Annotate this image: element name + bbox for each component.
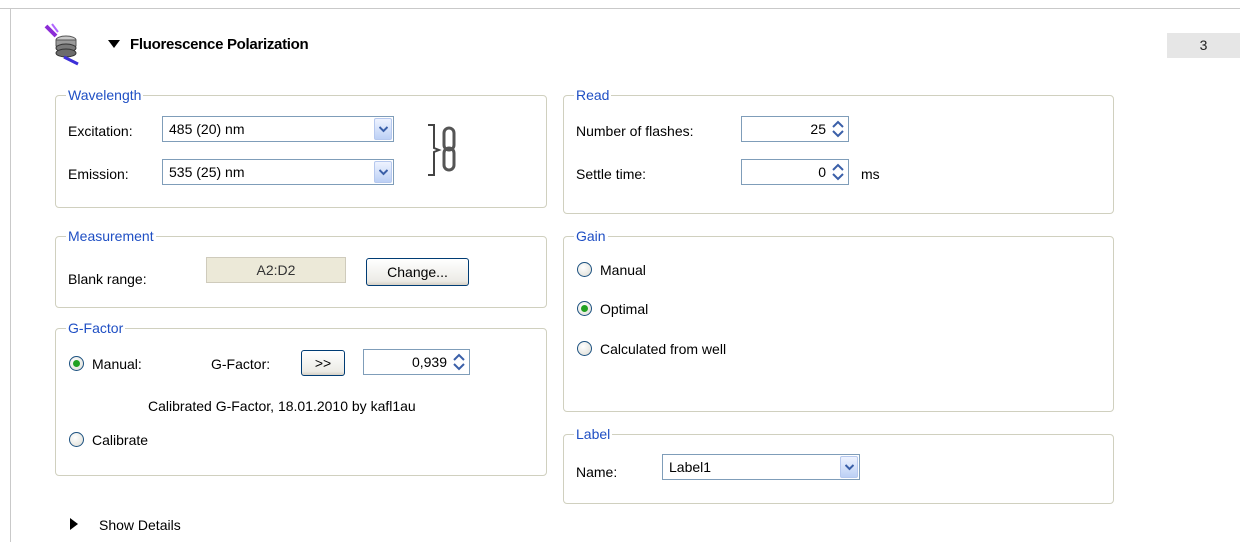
gain-legend: Gain	[574, 227, 608, 245]
emission-dropdown[interactable]: 535 (25) nm	[162, 159, 394, 185]
label-group: Label Name: Label1	[563, 425, 1114, 504]
panel-top-border	[0, 8, 1240, 9]
chevron-down-icon[interactable]	[840, 456, 858, 478]
label-name-dropdown[interactable]: Label1	[662, 454, 860, 480]
gfactor-calibration-info: Calibrated G-Factor, 18.01.2010 by kafl1…	[148, 398, 416, 414]
spinner-arrows-icon[interactable]	[830, 162, 846, 182]
gain-optimal-label[interactable]: Optimal	[600, 300, 648, 318]
calibrate-radio[interactable]	[69, 432, 84, 447]
settle-time-value: 0	[818, 164, 826, 180]
fluorescence-lamp-icon	[42, 22, 90, 66]
excitation-label: Excitation:	[68, 123, 133, 139]
flashes-value: 25	[810, 121, 826, 137]
manual-gfactor-radio[interactable]	[69, 356, 84, 371]
blank-range-label: Blank range:	[68, 271, 147, 287]
settle-time-unit: ms	[861, 166, 880, 182]
gain-manual-label[interactable]: Manual	[600, 261, 646, 279]
label-legend: Label	[574, 425, 613, 443]
gain-calculated-label[interactable]: Calculated from well	[600, 340, 726, 358]
gain-group: Gain Manual Optimal Calculated from well	[563, 227, 1114, 412]
gfactor-field-label: G-Factor:	[211, 356, 271, 372]
change-button[interactable]: Change...	[366, 258, 469, 286]
read-legend: Read	[574, 86, 612, 104]
chevron-down-icon[interactable]	[374, 118, 392, 140]
chevron-down-icon[interactable]	[374, 161, 392, 183]
excitation-dropdown[interactable]: 485 (20) nm	[162, 116, 394, 142]
wavelength-group: Wavelength Excitation: 485 (20) nm Emiss…	[55, 86, 547, 208]
label-name-label: Name:	[576, 464, 618, 480]
gain-optimal-radio[interactable]	[577, 301, 592, 316]
measurement-legend: Measurement	[66, 227, 156, 245]
step-number-badge: 3	[1167, 33, 1240, 58]
spinner-arrows-icon[interactable]	[451, 352, 467, 372]
emission-value: 535 (25) nm	[169, 164, 245, 180]
manual-gfactor-label[interactable]: Manual:	[92, 355, 142, 373]
gfactor-value: 0,939	[411, 354, 447, 370]
emission-label: Emission:	[68, 166, 129, 182]
flashes-label: Number of flashes:	[576, 123, 694, 139]
expand-triangle-icon[interactable]	[70, 518, 78, 530]
blank-range-value: A2:D2	[256, 262, 296, 278]
measurement-group: Measurement Blank range: A2:D2 Change...	[55, 227, 547, 308]
read-group: Read Number of flashes: 25 Settle time: …	[563, 86, 1114, 214]
settle-time-spinner[interactable]: 0	[741, 159, 849, 185]
panel-left-border	[10, 8, 11, 542]
gain-calculated-radio[interactable]	[577, 341, 592, 356]
show-details-link[interactable]: Show Details	[99, 516, 181, 534]
gfactor-spinner[interactable]: 0,939	[363, 349, 470, 375]
calibrate-label[interactable]: Calibrate	[92, 431, 148, 449]
wavelength-legend: Wavelength	[66, 86, 144, 104]
excitation-value: 485 (20) nm	[169, 121, 245, 137]
spinner-arrows-icon[interactable]	[830, 119, 846, 139]
collapse-triangle-icon[interactable]	[108, 40, 120, 48]
blank-range-field: A2:D2	[206, 257, 346, 283]
gfactor-group: G-Factor Manual: G-Factor: >> 0,939 Cali…	[55, 319, 547, 476]
settle-time-label: Settle time:	[576, 166, 647, 182]
flashes-spinner[interactable]: 25	[741, 116, 849, 142]
label-name-value: Label1	[669, 459, 712, 475]
step-title: Fluorescence Polarization	[130, 36, 309, 53]
gfactor-legend: G-Factor	[66, 319, 126, 337]
gain-manual-radio[interactable]	[577, 262, 592, 277]
apply-gfactor-button[interactable]: >>	[301, 350, 345, 376]
chain-link-icon[interactable]	[426, 122, 466, 178]
